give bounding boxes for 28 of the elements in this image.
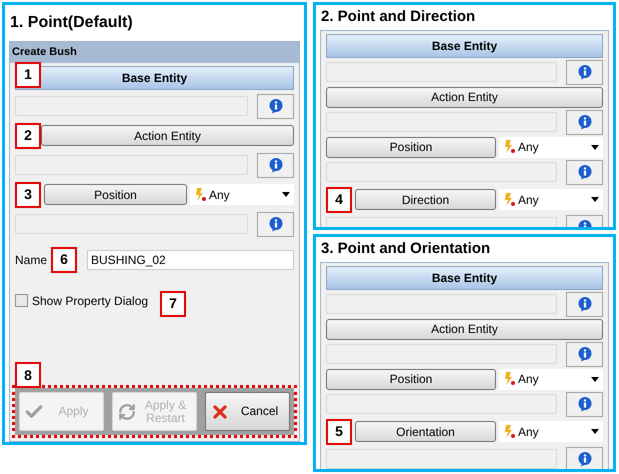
filter-dropdown[interactable]: Any	[499, 136, 603, 158]
entity-button[interactable]: Action Entity	[326, 318, 603, 340]
base-entity-header[interactable]: Base Entity	[326, 266, 603, 290]
pick-button[interactable]: Position	[326, 368, 496, 390]
callout-number: 2	[15, 122, 41, 148]
base-entity-header[interactable]: Base Entity	[326, 34, 603, 58]
pick-button[interactable]: Orientation	[355, 421, 496, 442]
name-field[interactable]: BUSHING_02	[87, 250, 294, 270]
dialog-button[interactable]: Cancel	[205, 392, 290, 431]
filter-dropdown[interactable]: Any	[499, 368, 603, 390]
pick-button[interactable]: Position	[44, 184, 187, 205]
callout-number: 7	[160, 290, 186, 316]
callout-number: 4	[326, 186, 352, 212]
callout-number: 5	[326, 418, 352, 444]
filter-dropdown[interactable]: Any	[190, 184, 294, 205]
dialog-title: Create Bush	[10, 42, 299, 62]
entity-button[interactable]: Action Entity	[326, 86, 603, 108]
pick-button[interactable]: Position	[326, 136, 496, 158]
entity-button[interactable]: Action Entity	[41, 125, 294, 146]
callout-number: 3	[15, 182, 41, 208]
filter-dropdown[interactable]: Any	[499, 421, 603, 442]
pick-button[interactable]: Direction	[355, 189, 496, 210]
callout-number: 8	[15, 362, 41, 388]
filter-dropdown[interactable]: Any	[499, 189, 603, 210]
callout-number: 6	[51, 246, 78, 272]
callout-number: 1	[15, 62, 41, 88]
name-label: Name	[15, 252, 48, 268]
checkbox-label: Show Property Dialog	[32, 292, 148, 310]
